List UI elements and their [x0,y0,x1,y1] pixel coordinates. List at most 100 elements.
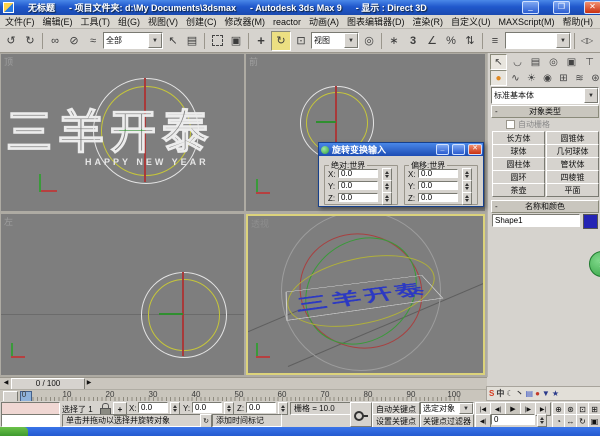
object-color-swatch[interactable] [583,214,598,229]
ime-keyboard-icon[interactable]: ▤ [526,389,534,398]
menu-reactor[interactable]: reactor [270,17,304,27]
select-rotate-icon[interactable]: ↻ [271,31,291,51]
bind-to-spacewarp-icon[interactable]: ≈ [84,32,102,50]
off-y-field[interactable] [418,181,458,190]
select-manipulate-icon[interactable]: ∗ [385,32,403,50]
frame-back-button[interactable]: ◀ [2,379,10,388]
cone-button[interactable]: 圆锥体 [546,131,599,145]
abs-z-spinner[interactable] [382,192,392,205]
box-button[interactable]: 长方体 [492,131,545,145]
hierarchy-tab-icon[interactable]: ▤ [528,55,543,69]
primitive-category-dropdown[interactable]: 标准基本体 ▼ [491,87,599,104]
dialog-close-button[interactable]: ✕ [468,144,482,155]
viewport-label-front[interactable]: 前 [249,55,258,68]
ime-punctuation-icon[interactable]: 丶 [516,388,524,399]
menu-group[interactable]: 组(G) [115,15,143,28]
chevron-down-icon[interactable]: ▼ [556,33,570,48]
menu-graph-editors[interactable]: 图表编辑器(D) [344,15,408,28]
unlink-selection-icon[interactable]: ⊘ [65,32,83,50]
object-name-field[interactable] [492,214,580,227]
set-key-mode-button[interactable] [350,402,372,427]
use-pivot-center-icon[interactable]: ◎ [360,32,378,50]
geosphere-button[interactable]: 几何球体 [546,144,599,158]
viewport-perspective-active[interactable]: 透视 三羊开泰 [246,214,485,375]
off-z-field[interactable] [418,193,458,202]
abs-x-field[interactable] [338,169,378,178]
modify-tab-icon[interactable]: ◡ [510,55,525,69]
add-time-tag[interactable]: 添加时间标记 [212,414,282,427]
windows-taskbar[interactable] [0,427,600,436]
y-coord-field[interactable] [192,402,222,413]
menu-views[interactable]: 视图(V) [145,15,181,28]
maxscript-listener-line[interactable] [1,414,60,427]
abs-z-field[interactable] [338,193,378,202]
select-scale-icon[interactable]: ⊡ [292,32,310,50]
ime-mode-icon[interactable]: 中 [496,388,504,399]
spinner-snap-icon[interactable]: ⇅ [461,32,479,50]
autogrid-checkbox[interactable] [506,120,515,129]
menu-tools[interactable]: 工具(T) [78,15,114,28]
viewport-label-perspective[interactable]: 透视 [251,217,269,230]
close-button[interactable]: ✕ [584,1,600,14]
dialog-minimize-button[interactable]: _ [436,144,449,155]
perspective-text-scene[interactable]: 三羊开泰 [258,240,468,350]
sphere-button[interactable]: 球体 [492,144,545,158]
shapes-category-icon[interactable]: ∿ [508,71,523,85]
plane-button[interactable]: 平面 [546,183,599,197]
helpers-category-icon[interactable]: ⊞ [556,71,571,85]
chevron-down-icon[interactable]: ▼ [344,33,358,48]
edit-named-sets-icon[interactable]: ≡ [486,32,504,50]
name-color-rollout-header[interactable]: - 名称和颜色 [491,200,599,213]
restore-button[interactable]: ❐ [553,1,570,14]
coord-system-dropdown[interactable]: 视图 ▼ [311,32,359,49]
chevron-down-icon[interactable]: ▼ [584,88,598,103]
key-filters-button[interactable]: 关键点过滤器 [420,414,474,428]
off-z-spinner[interactable] [462,192,472,205]
scene-subtext-wireframe[interactable]: HAPPY NEW YEAR [85,157,209,167]
snap-toggle-3d-icon[interactable]: 3 [404,32,422,50]
geometry-category-icon[interactable]: ● [490,70,507,86]
x-coord-field[interactable] [138,402,168,413]
menu-help[interactable]: 帮助(H) [560,15,597,28]
scene-text-wireframe[interactable]: 三羊开泰 [6,96,214,162]
viewport-label-top[interactable]: 顶 [4,55,13,68]
menu-customize[interactable]: 自定义(U) [448,15,494,28]
dialog-restore-button[interactable] [452,144,465,155]
off-x-field[interactable] [418,169,458,178]
menu-modifiers[interactable]: 修改器(M) [222,15,269,28]
ime-sogou-icon[interactable]: S [489,389,494,398]
window-crossing-icon[interactable]: ▣ [227,32,245,50]
select-object-icon[interactable]: ↖ [164,32,182,50]
redo-icon[interactable]: ↻ [21,32,39,50]
menu-file[interactable]: 文件(F) [2,15,38,28]
viewport-top[interactable]: 顶 三羊开泰 HAPPY NEW YEAR [1,54,244,211]
named-selection-dropdown[interactable]: ▼ [505,32,571,49]
prompt-aux-icon[interactable]: ↻ [200,414,212,428]
abs-y-field[interactable] [338,181,378,190]
frame-spinner[interactable] [537,414,547,427]
chevron-down-icon[interactable]: ▼ [148,33,162,48]
display-tab-icon[interactable]: ▣ [564,55,579,69]
chevron-down-icon[interactable]: ▼ [459,403,473,414]
key-step-icon[interactable]: ◀| [475,414,491,428]
lights-category-icon[interactable]: ☀ [524,71,539,85]
selection-filter-dropdown[interactable]: 全部 ▼ [103,32,163,49]
select-move-icon[interactable]: + [252,32,270,50]
tube-button[interactable]: 管状体 [546,157,599,171]
select-and-link-icon[interactable]: ∞ [46,32,64,50]
z-coord-field[interactable] [246,402,276,413]
create-tab-icon[interactable]: ↖ [490,54,507,70]
select-by-name-icon[interactable]: ▤ [183,32,201,50]
cylinder-button[interactable]: 圆柱体 [492,157,545,171]
torus-button[interactable]: 圆环 [492,170,545,184]
angle-snap-icon[interactable]: ∠ [423,32,441,50]
current-frame-field[interactable] [491,414,535,425]
ime-fullwidth-icon[interactable]: ☾ [506,389,513,398]
start-button-fragment[interactable] [0,427,28,436]
mirror-icon[interactable]: ◁▷ [578,32,596,50]
tray-dot-icon[interactable]: ● [535,389,540,398]
frame-forward-button[interactable]: ▶ [85,379,93,388]
menu-create[interactable]: 创建(C) [183,15,220,28]
minimize-button[interactable]: _ [522,1,539,14]
motion-tab-icon[interactable]: ◎ [546,55,561,69]
